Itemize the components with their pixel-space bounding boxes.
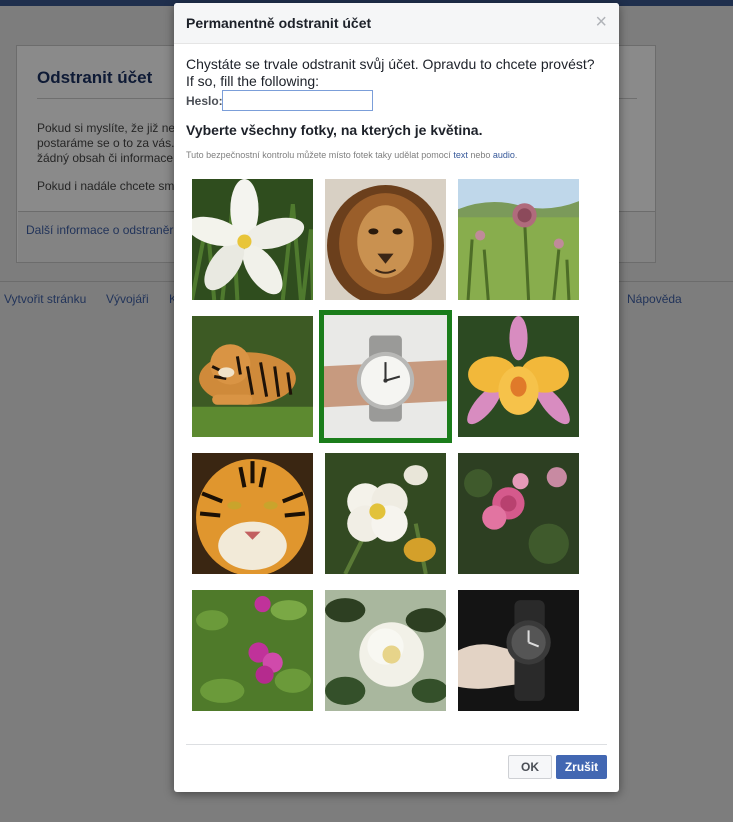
wristwatch-image [324,315,447,438]
photo-tile-thistle-meadow[interactable] [458,179,579,300]
delete-account-dialog: Permanentně odstranit účet × Chystáte se… [174,3,619,792]
photo-tile-pink-roses[interactable] [458,453,579,574]
card-title: Odstranit účet [37,68,153,87]
photo-tile-pink-bougainvillea[interactable] [192,590,313,711]
card-question: Pokud i nadále chcete sm [37,179,175,193]
cancel-button[interactable]: Zrušit [556,755,607,779]
footer-link-developers[interactable]: Vývojáři [106,292,149,306]
photo-tile-lion[interactable] [325,179,446,300]
photo-tile-white-flower[interactable] [192,179,313,300]
tiger-face-image [192,453,313,574]
pink-roses-image [458,453,579,574]
watch-in-hand-image [458,590,579,711]
yellow-orchid-image [458,316,579,437]
photo-tile-wristwatch[interactable] [319,310,452,443]
photo-tile-lying-tiger[interactable] [192,316,313,437]
thistle-meadow-image [458,179,579,300]
card-text-line: postaráme se o to za vás. [37,136,175,150]
dialog-footer-divider [186,744,607,745]
footer-link-create-page[interactable]: Vytvořit stránku [4,292,86,306]
more-info-link[interactable]: Další informace o odstraněr [26,223,173,237]
card-text-line: žádný obsah či informace [37,151,174,165]
lying-tiger-image [192,316,313,437]
photo-tile-yellow-orchid[interactable] [458,316,579,437]
photo-tile-tiger-face[interactable] [192,453,313,574]
white-poppy-image [325,453,446,574]
ok-button[interactable]: OK [508,755,552,779]
footer-link-help[interactable]: Nápověda [627,292,682,306]
captcha-photo-grid [174,3,619,743]
photo-tile-white-poppy[interactable] [325,453,446,574]
lion-image [325,179,446,300]
white-camellia-image [325,590,446,711]
white-flower-image [192,179,313,300]
photo-tile-white-camellia[interactable] [325,590,446,711]
photo-tile-watch-in-hand[interactable] [458,590,579,711]
card-text-line: Pokud si myslíte, že již ne [37,121,176,135]
pink-bougainvillea-image [192,590,313,711]
